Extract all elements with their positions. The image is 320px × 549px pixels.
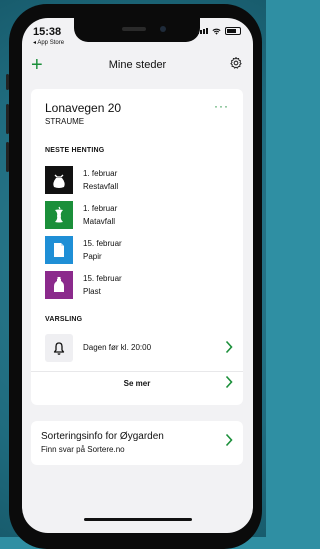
notch <box>74 18 200 42</box>
status-icons <box>197 27 241 35</box>
home-indicator[interactable] <box>84 518 192 521</box>
ellipsis-icon[interactable]: ··· <box>214 99 229 113</box>
see-more-button[interactable]: Se mer <box>31 379 243 388</box>
next-pickup-label: NESTE HENTING <box>45 147 105 154</box>
back-to-app-store-link[interactable]: ◂ App Store <box>33 39 64 46</box>
speaker <box>122 27 146 31</box>
pickup-date: 15. februar <box>83 274 122 283</box>
pickup-row-restavfall: 1. februar Restavfall <box>45 166 225 194</box>
phone-side-button <box>6 74 9 90</box>
address-city: STRAUME <box>45 117 85 126</box>
notification-row[interactable]: Dagen før kl. 20:00 <box>45 334 233 362</box>
apple-core-icon <box>45 201 73 229</box>
sorting-title: Sorteringsinfo for Øygarden <box>41 431 164 442</box>
signal-icon <box>197 28 208 34</box>
camera <box>160 26 166 32</box>
sorting-subtitle: Finn svar på Sortere.no <box>41 445 125 454</box>
phone-side-button <box>6 142 9 172</box>
paper-icon <box>45 236 73 264</box>
bottle-icon <box>45 271 73 299</box>
wifi-icon <box>212 28 221 35</box>
gear-icon[interactable] <box>229 56 243 70</box>
pickup-type: Matavfall <box>83 217 116 226</box>
pickup-type: Restavfall <box>83 182 119 191</box>
pickup-row-plast: 15. februar Plast <box>45 271 225 299</box>
pickup-date: 15. februar <box>83 239 122 248</box>
chevron-right-icon[interactable] <box>225 375 233 389</box>
pickup-date: 1. februar <box>83 169 118 178</box>
chevron-right-icon <box>225 433 233 447</box>
pickup-date: 1. februar <box>83 204 118 213</box>
phone-screen: 15:38 ◂ App Store + Mine steder Lonavege… <box>22 18 253 533</box>
page-title: Mine steder <box>108 59 167 71</box>
trash-bag-icon <box>45 166 73 194</box>
nav-bar: + Mine steder <box>22 55 253 75</box>
location-card: Lonavegen 20 STRAUME ··· NESTE HENTING 1… <box>31 89 243 405</box>
chevron-right-icon <box>225 340 233 354</box>
pickup-row-matavfall: 1. februar Matavfall <box>45 201 225 229</box>
notification-label: VARSLING <box>45 316 83 323</box>
bell-icon <box>45 334 73 362</box>
pickup-type: Papir <box>83 252 102 261</box>
pickup-type: Plast <box>83 287 101 296</box>
pickup-row-papir: 15. februar Papir <box>45 236 225 264</box>
address-title: Lonavegen 20 <box>45 101 122 115</box>
notification-text: Dagen før kl. 20:00 <box>83 343 152 352</box>
divider <box>31 371 243 372</box>
phone-side-button <box>6 104 9 134</box>
status-time: 15:38 <box>33 26 62 38</box>
battery-icon <box>225 27 241 35</box>
sorting-info-card[interactable]: Sorteringsinfo for Øygarden Finn svar på… <box>31 421 243 465</box>
